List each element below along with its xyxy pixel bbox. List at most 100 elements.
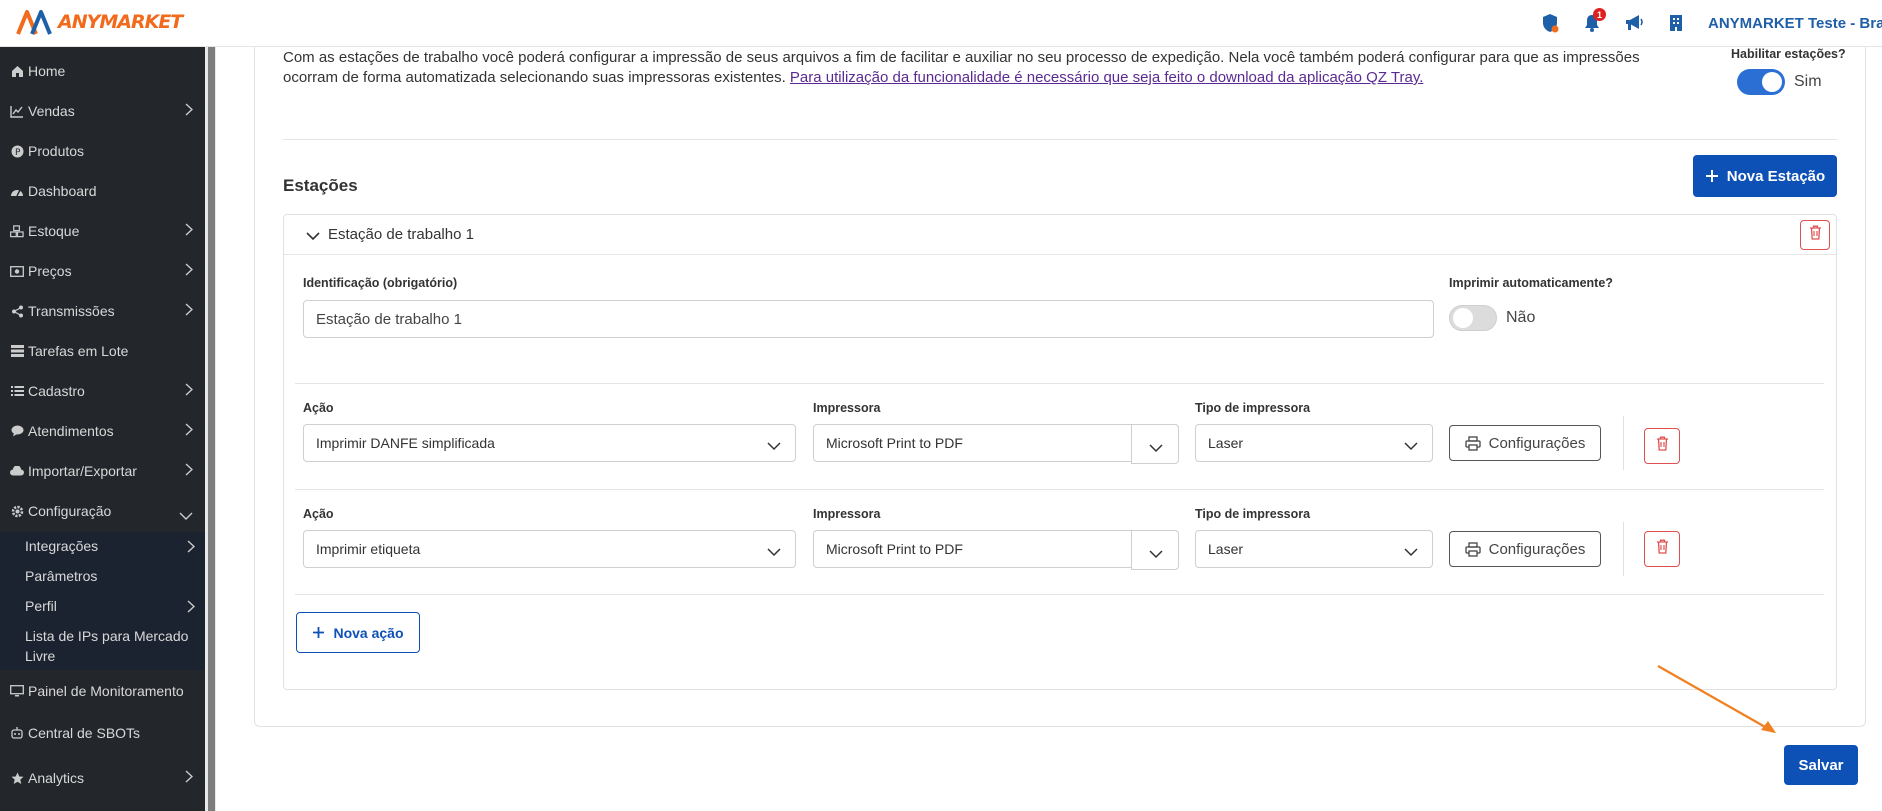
product-icon: P — [10, 144, 24, 158]
intro-text: Com as estações de trabalho você poderá … — [283, 48, 1693, 88]
new-station-button[interactable]: Nova Estação — [1693, 155, 1837, 197]
save-button[interactable]: Salvar — [1784, 745, 1858, 785]
sidebar-subitem-parametros[interactable]: Parâmetros — [25, 566, 195, 586]
printer-config-button[interactable]: Configurações — [1449, 425, 1601, 461]
sidebar-item-label: Configuração — [28, 503, 112, 519]
sidebar-item-configuracao[interactable]: Configuração — [0, 491, 205, 531]
station-title: Estação de trabalho 1 — [328, 226, 474, 243]
chevron-right-icon — [185, 263, 194, 279]
sidebar-item-atendimentos[interactable]: Atendimentos — [0, 411, 205, 451]
chevron-down-icon — [1149, 440, 1163, 456]
sidebar-item-produtos[interactable]: P Produtos — [0, 131, 205, 171]
delete-action-button[interactable] — [1644, 531, 1680, 567]
stations-title: Estações — [283, 176, 358, 195]
printer-type-select[interactable]: Laser — [1195, 530, 1433, 568]
printer-dropdown-toggle[interactable] — [1131, 530, 1179, 570]
chevron-right-icon — [185, 223, 194, 239]
robot-icon — [10, 726, 24, 740]
action-select[interactable]: Imprimir DANFE simplificada — [303, 424, 796, 462]
new-action-button[interactable]: Nova ação — [296, 612, 420, 653]
sidebar-item-home[interactable]: Home — [0, 51, 205, 91]
share-nodes-icon — [10, 304, 24, 318]
chevron-right-icon — [185, 103, 194, 119]
sidebar-item-importar-exportar[interactable]: Importar/Exportar — [0, 451, 205, 491]
qz-tray-link[interactable]: Para utilização da funcionalidade é nece… — [790, 69, 1423, 86]
delete-action-button[interactable] — [1644, 428, 1680, 464]
divider — [1623, 416, 1624, 470]
sidebar-item-label: Central de SBOTs — [28, 725, 141, 741]
sidebar-scrollbar-thumb[interactable] — [208, 47, 215, 811]
identification-input[interactable]: Estação de trabalho 1 — [303, 300, 1434, 338]
divider — [1623, 522, 1624, 576]
action-label: Ação — [303, 401, 334, 415]
divider — [295, 383, 1824, 384]
star-icon — [10, 771, 24, 785]
plus-icon — [312, 626, 325, 639]
account-name[interactable]: ANYMARKET Teste - Brasil — [1708, 15, 1882, 32]
sidebar-item-central-sbots[interactable]: Central de SBOTs — [0, 713, 205, 753]
annotation-arrow — [1657, 665, 1776, 733]
printer-label: Impressora — [813, 507, 881, 521]
sidebar-item-tarefas-em-lote[interactable]: Tarefas em Lote — [0, 331, 205, 371]
printer-dropdown-toggle[interactable] — [1131, 424, 1179, 464]
sidebar-item-label: Vendas — [28, 103, 75, 119]
enable-stations-toggle[interactable] — [1737, 69, 1785, 95]
sidebar-item-label: Analytics — [28, 770, 85, 786]
auto-print-toggle[interactable] — [1449, 305, 1497, 331]
svg-text:P: P — [15, 148, 21, 158]
chevron-down-icon[interactable] — [306, 228, 320, 246]
sidebar-subitem-perfil[interactable]: Perfil — [25, 596, 196, 616]
sidebar-subitem-label: Integrações — [25, 538, 99, 554]
sidebar-item-label: Dashboard — [28, 183, 97, 199]
top-bar: ANYMARKET 1 ANYMARKET Teste - Brasil — [0, 0, 1882, 47]
printer-select[interactable]: Microsoft Print to PDF — [813, 530, 1179, 570]
station-header[interactable]: Estação de trabalho 1 — [284, 215, 1836, 255]
sidebar-item-transmissoes[interactable]: Transmissões — [0, 291, 205, 331]
printer-type-label: Tipo de impressora — [1195, 401, 1311, 415]
sidebar-subitem-label: Lista de IPs para Mercado Livre — [25, 628, 189, 664]
building-icon[interactable] — [1666, 13, 1686, 33]
sidebar-subitem-lista-ips[interactable]: Lista de IPs para Mercado Livre — [25, 626, 200, 666]
printer-icon — [1464, 541, 1481, 557]
enable-stations-label: Habilitar estações? — [1731, 47, 1846, 61]
sidebar-subitem-label: Parâmetros — [25, 568, 98, 584]
sidebar-item-label: Importar/Exportar — [28, 463, 137, 479]
sidebar-item-cadastro[interactable]: Cadastro — [0, 371, 205, 411]
sidebar-item-label: Preços — [28, 263, 72, 279]
divider — [283, 139, 1837, 140]
sidebar-item-vendas[interactable]: Vendas — [0, 91, 205, 131]
sidebar-item-precos[interactable]: Preços — [0, 251, 205, 291]
list-icon — [10, 384, 24, 398]
gear-icon — [10, 504, 24, 518]
printer-label: Impressora — [813, 401, 881, 415]
monitor-icon — [10, 684, 24, 698]
toggle-knob — [1762, 72, 1782, 92]
dashboard-icon — [10, 184, 24, 198]
megaphone-icon[interactable] — [1624, 13, 1644, 33]
toggle-knob — [1453, 308, 1473, 328]
printer-type-value: Laser — [1208, 435, 1244, 451]
printer-type-value: Laser — [1208, 541, 1244, 557]
sidebar-item-analytics[interactable]: Analytics — [0, 758, 205, 798]
action-select[interactable]: Imprimir etiqueta — [303, 530, 796, 568]
delete-station-button[interactable] — [1800, 220, 1830, 250]
sidebar-item-label: Home — [28, 63, 66, 79]
shield-alert-icon[interactable] — [1540, 13, 1560, 33]
printer-config-button[interactable]: Configurações — [1449, 531, 1601, 567]
chevron-right-icon — [185, 423, 194, 439]
sidebar-item-painel-monitoramento[interactable]: Painel de Monitoramento — [0, 671, 205, 711]
bell-icon[interactable]: 1 — [1582, 8, 1606, 33]
sidebar-subitem-integracoes[interactable]: Integrações — [25, 536, 196, 556]
logo[interactable]: ANYMARKET — [16, 8, 183, 36]
printer-select[interactable]: Microsoft Print to PDF — [813, 424, 1179, 464]
chevron-down-icon — [1404, 544, 1418, 560]
sidebar-item-estoque[interactable]: Estoque — [0, 211, 205, 251]
chevron-down-icon — [1404, 438, 1418, 454]
sidebar-item-label: Painel de Monitoramento — [28, 683, 184, 699]
sidebar-item-dashboard[interactable]: Dashboard — [0, 171, 205, 211]
home-icon — [10, 64, 24, 78]
new-station-label: Nova Estação — [1726, 167, 1826, 185]
divider — [295, 489, 1824, 490]
printer-type-select[interactable]: Laser — [1195, 424, 1433, 462]
new-action-label: Nova ação — [333, 624, 404, 641]
